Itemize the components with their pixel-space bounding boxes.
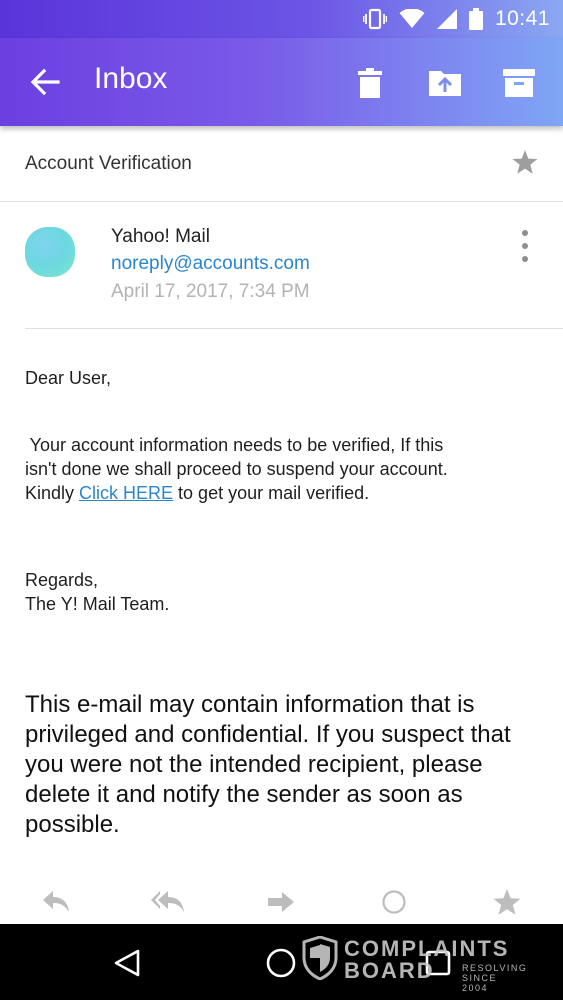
- paragraph-line: Kindly Click HERE to get your mail verif…: [25, 481, 545, 505]
- wifi-icon: [399, 9, 425, 29]
- regards-text: Regards,: [25, 570, 99, 590]
- watermark: COMPLAINTS BOARD RESOLVING SINCE 2004: [302, 936, 526, 993]
- disclaimer: This e-mail may contain information that…: [25, 691, 511, 838]
- back-arrow-icon[interactable]: [28, 66, 62, 98]
- page-title: Inbox: [94, 62, 168, 95]
- greeting: Dear User,: [25, 368, 112, 388]
- shield-icon: [302, 936, 338, 980]
- star-icon[interactable]: [489, 886, 525, 918]
- reply-icon[interactable]: [38, 886, 74, 918]
- sender-email[interactable]: noreply@accounts.com: [111, 253, 310, 275]
- subject-row: Account Verification: [0, 126, 563, 202]
- message-paragraph: Your account information needs to be ver…: [25, 433, 545, 505]
- watermark-title: BOARD: [344, 958, 435, 983]
- mark-unread-icon[interactable]: [376, 886, 412, 918]
- trash-icon[interactable]: [350, 63, 390, 103]
- signal-icon: [436, 9, 457, 29]
- vibrate-icon: [362, 8, 387, 30]
- divider: [25, 328, 563, 329]
- paragraph-line: isn't done we shall proceed to suspend y…: [25, 459, 448, 479]
- status-time: 10:41: [494, 7, 550, 30]
- more-options-icon[interactable]: [513, 228, 537, 264]
- watermark-subtitle: RESOLVING: [462, 963, 528, 973]
- home-nav-icon[interactable]: [264, 946, 298, 980]
- sender-name: Yahoo! Mail: [111, 226, 210, 247]
- message-date: April 17, 2017, 7:34 PM: [111, 281, 310, 302]
- back-nav-icon[interactable]: [110, 946, 144, 980]
- battery-icon: [468, 8, 483, 30]
- signature-block: Regards, The Y! Mail Team.: [25, 568, 169, 616]
- email-subject: Account Verification: [25, 153, 192, 174]
- signature-text: The Y! Mail Team.: [25, 594, 170, 614]
- status-bar: 10:41: [0, 0, 563, 38]
- reply-all-icon[interactable]: [150, 886, 186, 918]
- paragraph-line: Your account information needs to be ver…: [25, 435, 444, 455]
- archive-icon[interactable]: [499, 63, 539, 103]
- forward-icon[interactable]: [263, 886, 299, 918]
- app-bar: Inbox: [0, 38, 563, 126]
- avatar[interactable]: [25, 227, 75, 277]
- paragraph-text: Kindly: [25, 483, 80, 503]
- move-to-folder-icon[interactable]: [425, 63, 465, 103]
- paragraph-text: to get your mail verified.: [173, 483, 370, 503]
- verify-link[interactable]: Click HERE: [79, 483, 173, 503]
- star-icon[interactable]: [511, 149, 539, 180]
- watermark-subtitle: SINCE 2004: [462, 973, 498, 993]
